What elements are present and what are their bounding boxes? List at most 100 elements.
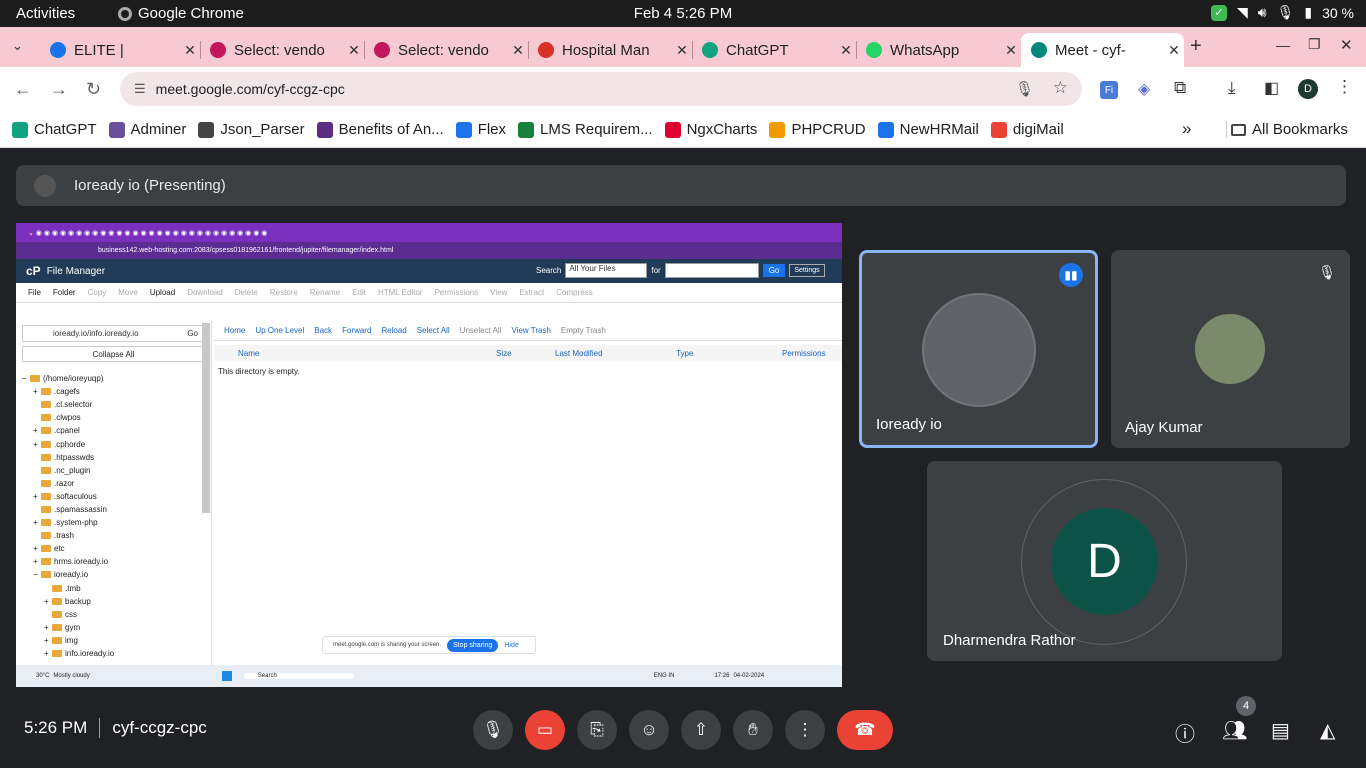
column-header[interactable]: Permissions <box>782 349 826 358</box>
tree-item[interactable]: − ioready.io <box>16 568 211 581</box>
toolbar-item[interactable]: Folder <box>53 288 76 297</box>
subnav-item[interactable]: View Trash <box>511 326 550 335</box>
expand-icon[interactable]: + <box>33 557 41 566</box>
path-input[interactable]: ioready.io/info.ioready.io Go <box>22 325 205 342</box>
toolbar-item[interactable]: Compress <box>556 288 592 297</box>
toolbar-item[interactable]: Copy <box>88 288 107 297</box>
toolbar-item[interactable]: Permissions <box>435 288 479 297</box>
reload-icon[interactable]: ↻ <box>86 79 101 100</box>
toolbar-item[interactable]: Delete <box>235 288 258 297</box>
tree-item[interactable]: css <box>16 608 211 621</box>
extension-fi-icon[interactable]: Fi <box>1100 81 1118 99</box>
search-go-button[interactable]: Go <box>762 264 786 277</box>
bookmark-item[interactable]: Benefits of An... <box>316 121 444 138</box>
stop-sharing-button[interactable]: Stop sharing <box>447 638 499 652</box>
tree-item[interactable]: .cl.selector <box>16 398 211 411</box>
column-header[interactable]: Type <box>676 349 693 358</box>
tree-item[interactable]: .trash <box>16 529 211 542</box>
bookmark-item[interactable]: NewHRMail <box>877 121 979 138</box>
new-tab-button[interactable]: + <box>1190 35 1202 58</box>
extensions-icon[interactable]: ⧉ <box>1174 78 1186 98</box>
toolbar-item[interactable]: HTML Editor <box>378 288 423 297</box>
tree-scrollbar[interactable] <box>202 323 210 513</box>
activities-button[interactable]: Activities <box>16 5 75 22</box>
tree-item[interactable]: + .cphorde <box>16 437 211 450</box>
bookmark-item[interactable]: ChatGPT <box>12 121 97 138</box>
column-header[interactable]: Size <box>496 349 512 358</box>
tab-0[interactable]: ELITE | ✕ <box>40 33 201 67</box>
address-url[interactable]: meet.google.com/cyf-ccgz-cpc <box>156 81 345 97</box>
tab-search-icon[interactable]: ⌄ <box>12 38 23 54</box>
mic-button[interactable]: 🎙︎ <box>473 710 513 750</box>
expand-icon[interactable]: + <box>33 518 41 527</box>
column-header[interactable]: Last Modified <box>555 349 603 358</box>
back-icon[interactable]: ← <box>14 79 32 100</box>
expand-icon[interactable]: + <box>33 440 41 449</box>
app-menu[interactable]: Google Chrome <box>118 5 244 22</box>
close-tab-icon[interactable]: ✕ <box>1164 42 1184 59</box>
bookmark-star-icon[interactable]: ☆ <box>1053 78 1068 98</box>
tab-1[interactable]: Select: vendo ✕ <box>200 33 365 67</box>
hide-button[interactable]: Hide <box>504 642 518 649</box>
subnav-item[interactable]: Home <box>224 326 245 335</box>
settings-button[interactable]: Settings <box>789 264 825 277</box>
collapse-all-button[interactable]: Collapse All <box>22 346 205 362</box>
participant-tile-dharmendra[interactable]: D Dharmendra Rathor <box>927 461 1282 661</box>
tab-2[interactable]: Select: vendo ✕ <box>364 33 529 67</box>
profile-avatar[interactable]: D <box>1298 79 1318 99</box>
tab-3[interactable]: Hospital Man ✕ <box>528 33 693 67</box>
tree-item[interactable]: .htpasswds <box>16 451 211 464</box>
close-tab-icon[interactable]: ✕ <box>180 42 200 59</box>
expand-icon[interactable]: + <box>44 597 52 606</box>
subnav-item[interactable]: Select All <box>417 326 450 335</box>
participant-tile-ioready[interactable]: ▮▮ Ioready io <box>859 250 1098 448</box>
tree-item[interactable]: + info.ioready.io <box>16 647 211 660</box>
tree-item[interactable]: + .system-php <box>16 516 211 529</box>
expand-icon[interactable]: + <box>33 426 41 435</box>
camera-off-button[interactable]: ▭ <box>525 710 565 750</box>
forward-icon[interactable]: → <box>50 79 68 100</box>
raise-hand-button[interactable]: ✋︎ <box>733 710 773 750</box>
toolbar-item[interactable]: Restore <box>270 288 298 297</box>
activities-icon[interactable]: ◭ <box>1320 718 1335 743</box>
toolbar-item[interactable]: Extract <box>519 288 544 297</box>
captions-button[interactable]: ⎘ <box>577 710 617 750</box>
leave-call-button[interactable]: ☎︎ <box>837 710 893 750</box>
shared-screen[interactable]: ⌄ ◉ ◉ ◉ ◉ ◉ ◉ ◉ ◉ ◉ ◉ ◉ ◉ ◉ ◉ ◉ ◉ ◉ ◉ ◉ … <box>16 223 842 687</box>
tab-6[interactable]: Meet - cyf- ✕ <box>1021 33 1184 67</box>
tree-item[interactable]: + .cpanel <box>16 424 211 437</box>
toolbar-item[interactable]: Rename <box>310 288 340 297</box>
tree-item[interactable]: + .softaculous <box>16 490 211 503</box>
side-panel-icon[interactable]: ◧ <box>1264 78 1279 98</box>
toolbar-item[interactable]: Download <box>187 288 223 297</box>
subnav-item[interactable]: Forward <box>342 326 371 335</box>
bookmark-item[interactable]: NgxCharts <box>664 121 757 138</box>
expand-icon[interactable]: − <box>22 374 30 383</box>
emoji-button[interactable]: ☺ <box>629 710 669 750</box>
expand-icon[interactable]: − <box>33 570 41 579</box>
tab-5[interactable]: WhatsApp ✕ <box>856 33 1022 67</box>
tree-item[interactable]: + gym <box>16 621 211 634</box>
download-icon[interactable]: ⤓ <box>1228 78 1236 98</box>
tree-item[interactable]: .spamassassin <box>16 503 211 516</box>
more-bookmarks-icon[interactable]: » <box>1182 119 1191 139</box>
subnav-item[interactable]: Empty Trash <box>561 326 606 335</box>
start-icon[interactable] <box>221 671 232 681</box>
bookmark-item[interactable]: LMS Requirem... <box>518 121 653 138</box>
toolbar-item[interactable]: Move <box>118 288 138 297</box>
people-icon[interactable]: 👥︎ <box>1222 718 1247 743</box>
toolbar-item[interactable]: Edit <box>352 288 366 297</box>
expand-icon[interactable]: + <box>44 623 52 632</box>
expand-icon[interactable]: + <box>33 544 41 553</box>
subnav-item[interactable]: Up One Level <box>255 326 304 335</box>
tab-4[interactable]: ChatGPT ✕ <box>692 33 857 67</box>
close-tab-icon[interactable]: ✕ <box>836 42 856 59</box>
subnav-item[interactable]: Unselect All <box>460 326 502 335</box>
address-bar[interactable]: ☰ meet.google.com/cyf-ccgz-cpc 🎙︎ ☆ <box>120 72 1082 106</box>
search-input[interactable] <box>664 263 759 278</box>
expand-icon[interactable]: + <box>44 636 52 645</box>
system-tray[interactable]: ✓ ◥ 🔊︎ 🎙︎ ▮ 30 % <box>1210 4 1354 21</box>
subnav-item[interactable]: Back <box>314 326 332 335</box>
tree-item[interactable]: .tmb <box>16 582 211 595</box>
expand-icon[interactable]: + <box>33 387 41 396</box>
